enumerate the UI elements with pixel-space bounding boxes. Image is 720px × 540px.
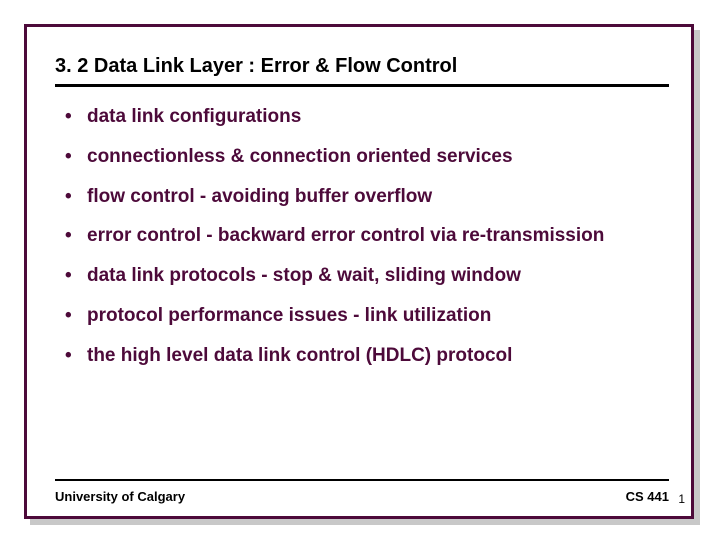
list-item: data link configurations	[65, 105, 669, 129]
list-item: protocol performance issues - link utili…	[65, 304, 669, 328]
footer-left: University of Calgary	[55, 489, 185, 504]
list-item: the high level data link control (HDLC) …	[65, 344, 669, 368]
slide-title: 3. 2 Data Link Layer : Error & Flow Cont…	[55, 55, 669, 78]
slide-content: 3. 2 Data Link Layer : Error & Flow Cont…	[55, 55, 669, 383]
list-item: connectionless & connection oriented ser…	[65, 145, 669, 169]
list-item: flow control - avoiding buffer overflow	[65, 185, 669, 209]
footer-row: University of Calgary CS 441	[55, 489, 669, 504]
bullet-list: data link configurations connectionless …	[55, 105, 669, 367]
slide-frame: 3. 2 Data Link Layer : Error & Flow Cont…	[24, 24, 694, 519]
footer-rule	[55, 479, 669, 481]
footer-right: CS 441	[626, 489, 669, 504]
title-rule	[55, 84, 669, 87]
list-item: data link protocols - stop & wait, slidi…	[65, 264, 669, 288]
slide-footer: University of Calgary CS 441	[55, 479, 669, 504]
list-item: error control - backward error control v…	[65, 224, 669, 248]
page-number: 1	[678, 492, 685, 506]
